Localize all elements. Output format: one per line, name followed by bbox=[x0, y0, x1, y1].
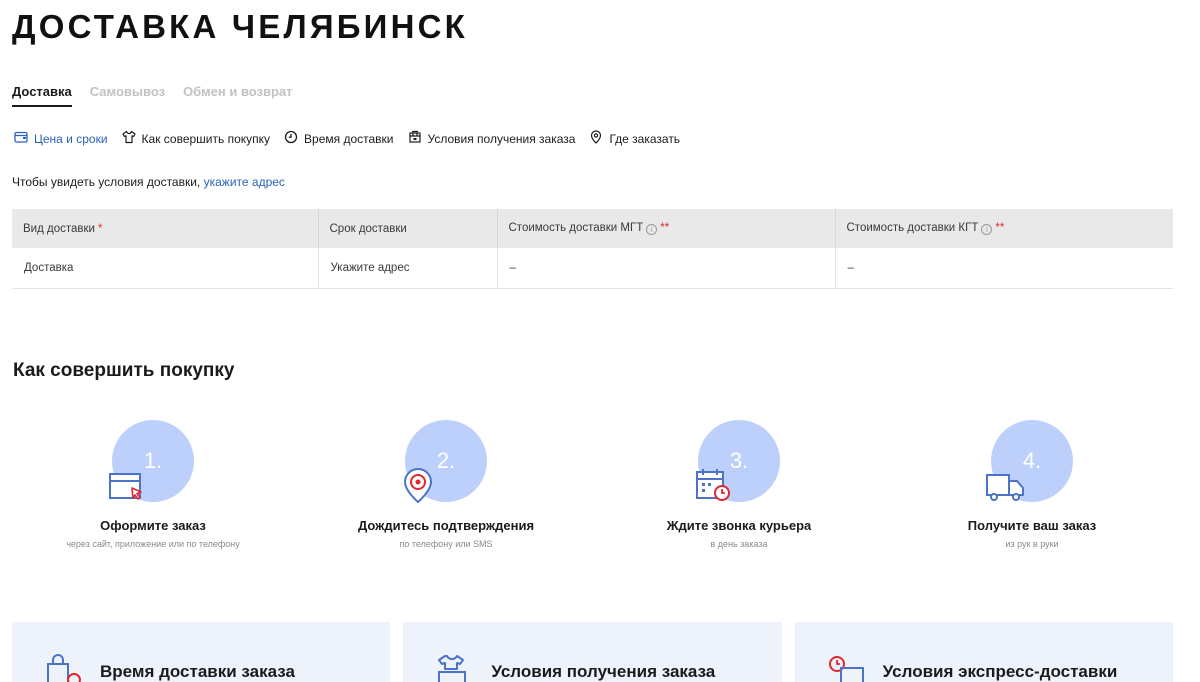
step-subtitle: в день заказа bbox=[710, 539, 768, 549]
card-receipt-conditions[interactable]: Условия получения заказа bbox=[403, 622, 782, 682]
cell-cost-kgt: – bbox=[835, 248, 1173, 289]
column-header-cost-mgt: Стоимость доставки МГТ i ** bbox=[497, 209, 836, 248]
card-express-delivery[interactable]: Условия экспресс-доставки bbox=[794, 622, 1173, 682]
step-title: Получите ваш заказ bbox=[967, 518, 1097, 533]
card-delivery-time[interactable]: Время доставки заказа bbox=[12, 622, 391, 682]
anchor-label: Условия получения заказа bbox=[427, 131, 576, 146]
card-title: Условия экспресс-доставки bbox=[882, 662, 1118, 681]
double-required-mark: ** bbox=[660, 222, 670, 234]
anchor-label: Время доставки bbox=[304, 131, 394, 146]
wallet-icon bbox=[14, 130, 28, 147]
anchor-label: Цена и сроки bbox=[34, 131, 108, 146]
double-required-mark: ** bbox=[995, 222, 1005, 234]
card-title: Время доставки заказа bbox=[100, 662, 295, 681]
shirt-icon bbox=[121, 130, 136, 147]
location-pin-icon bbox=[589, 130, 603, 147]
tab-pickup[interactable]: Самовывоз bbox=[90, 84, 165, 107]
page-title: ДОСТАВКА ЧЕЛЯБИНСК bbox=[12, 8, 468, 45]
column-header-cost-kgt: Стоимость доставки КГТ i ** bbox=[835, 209, 1173, 248]
cell-term: Укажите адрес bbox=[318, 248, 498, 289]
info-icon[interactable]: i bbox=[981, 224, 993, 235]
cell-cost-mgt: – bbox=[497, 248, 836, 289]
step-title: Ждите звонка курьера bbox=[666, 518, 812, 533]
column-header-type: Вид доставки * bbox=[12, 209, 319, 248]
cell-type: Доставка bbox=[12, 248, 319, 289]
address-note: Чтобы увидеть условия доставки, укажите … bbox=[12, 175, 285, 189]
anchor-label: Где заказать bbox=[609, 131, 681, 146]
tab-exchange-return[interactable]: Обмен и возврат bbox=[183, 84, 292, 107]
clock-icon bbox=[284, 130, 298, 147]
anchor-nav: Цена и сроки Как совершить покупку Время… bbox=[14, 130, 680, 147]
info-icon[interactable]: i bbox=[646, 224, 658, 235]
truck-icon bbox=[985, 472, 1024, 506]
box-icon bbox=[408, 130, 422, 147]
specify-address-link[interactable]: укажите адрес bbox=[204, 175, 285, 189]
step-subtitle: по телефону или SMS bbox=[399, 539, 493, 549]
location-confirm-icon bbox=[399, 466, 437, 504]
delivery-table: Вид доставки * Срок доставки Стоимость до… bbox=[12, 209, 1173, 289]
tab-bar: Доставка Самовывоз Обмен и возврат bbox=[12, 84, 293, 107]
card-title: Условия получения заказа bbox=[491, 662, 716, 681]
step-title: Оформите заказ bbox=[100, 518, 206, 533]
calendar-clock-icon bbox=[694, 468, 732, 502]
column-header-term: Срок доставки bbox=[318, 209, 498, 248]
step-subtitle: через сайт, приложение или по телефону bbox=[66, 539, 240, 549]
info-cards: Время доставки заказа Условия получения … bbox=[12, 622, 1173, 682]
anchor-delivery-time[interactable]: Время доставки bbox=[284, 130, 394, 147]
anchor-how-to-buy[interactable]: Как совершить покупку bbox=[121, 130, 271, 147]
table-header-row: Вид доставки * Срок доставки Стоимость до… bbox=[12, 209, 1173, 248]
address-note-text: Чтобы увидеть условия доставки, bbox=[12, 175, 204, 189]
step-subtitle: из рук в руки bbox=[1005, 539, 1059, 549]
anchor-price-terms[interactable]: Цена и сроки bbox=[14, 130, 108, 147]
how-to-buy-title: Как совершить покупку bbox=[13, 360, 235, 381]
required-mark: * bbox=[97, 222, 103, 235]
table-row: Доставка Укажите адрес – – bbox=[12, 248, 1173, 289]
anchor-label: Как совершить покупку bbox=[141, 131, 271, 146]
anchor-where-to-order[interactable]: Где заказать bbox=[589, 130, 680, 147]
card-cursor-icon bbox=[108, 468, 146, 502]
step-title: Дождитесь подтверждения bbox=[357, 518, 535, 533]
tab-delivery[interactable]: Доставка bbox=[12, 84, 72, 107]
anchor-receipt-conditions[interactable]: Условия получения заказа bbox=[408, 130, 576, 147]
